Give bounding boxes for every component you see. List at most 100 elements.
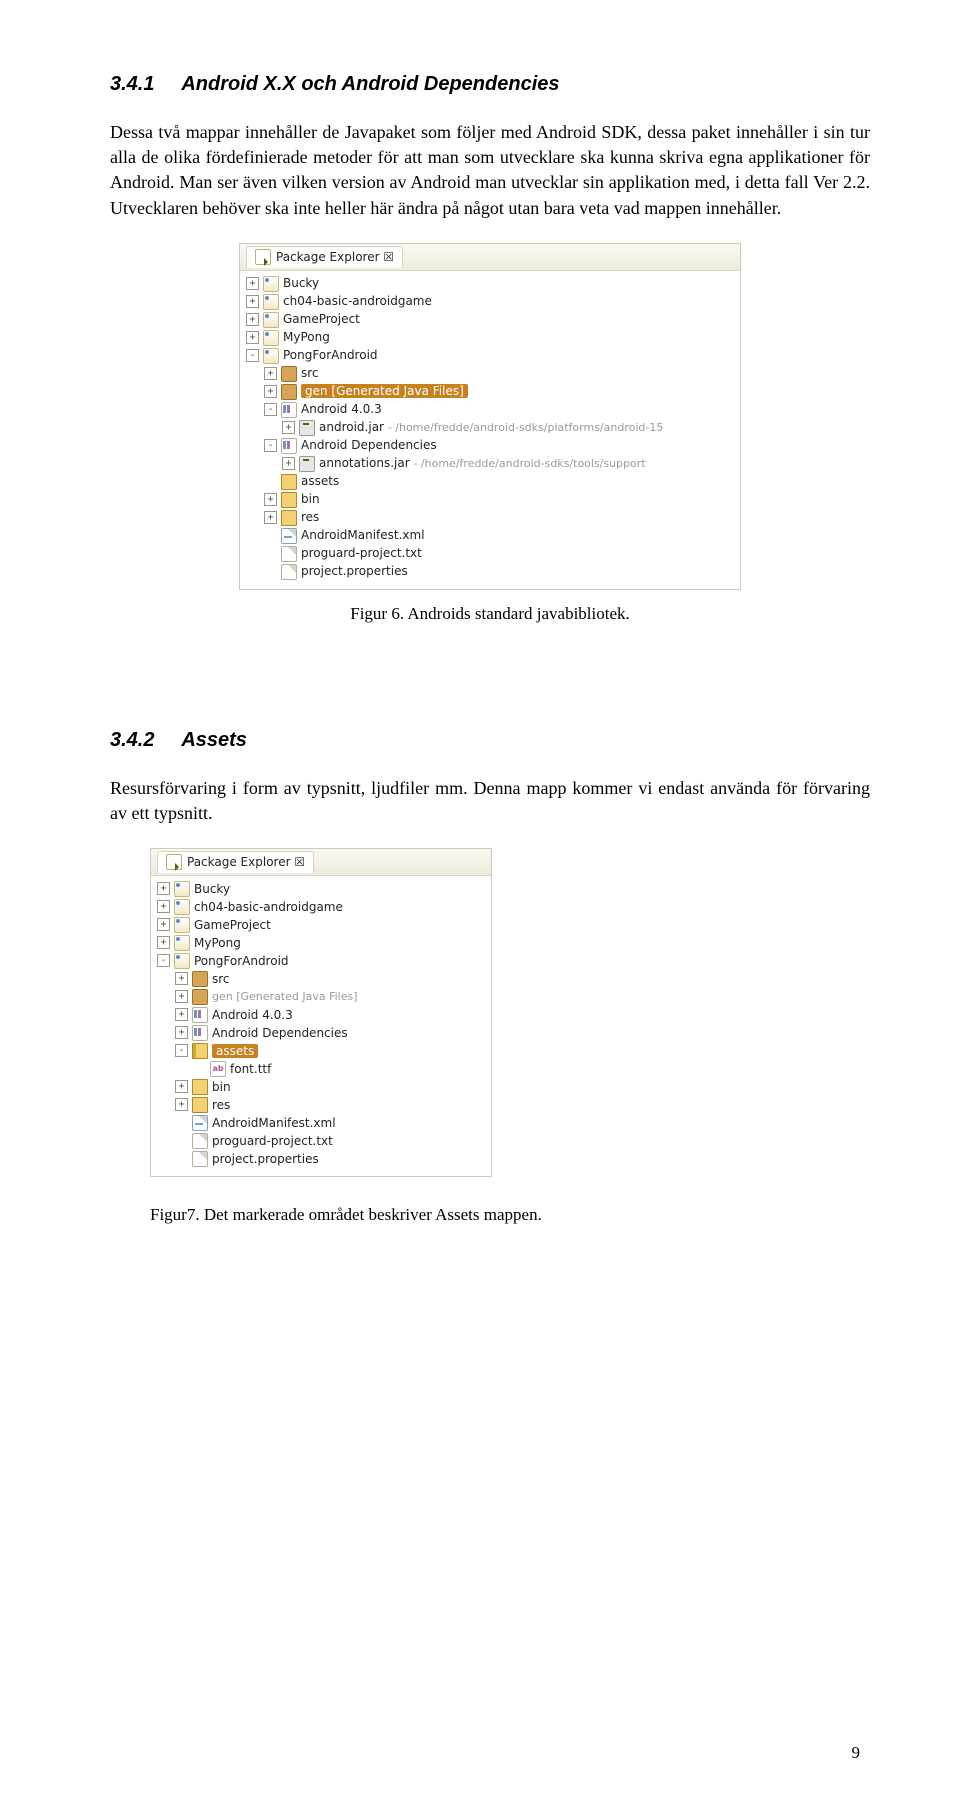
- annotations-jar-label: annotations.jar - /home/fredde/android-s…: [319, 455, 646, 472]
- project-row[interactable]: + MyPong: [242, 329, 738, 347]
- projprops-row[interactable]: +project.properties: [242, 563, 738, 581]
- android-sdk-row[interactable]: +Android 4.0.3: [153, 1006, 489, 1024]
- expand-icon[interactable]: +: [157, 882, 170, 895]
- gen-row[interactable]: +gen [Generated Java Files]: [153, 988, 489, 1006]
- assets-label: assets: [212, 1043, 258, 1060]
- project-icon: [263, 330, 279, 346]
- res-label: res: [301, 509, 319, 526]
- expand-icon[interactable]: +: [175, 1026, 188, 1039]
- manifest-row[interactable]: +AndroidManifest.xml: [153, 1114, 489, 1132]
- collapse-icon[interactable]: -: [175, 1044, 188, 1057]
- android-deps-row[interactable]: +Android Dependencies: [153, 1024, 489, 1042]
- package-explorer-tabbar: Package Explorer ☒: [151, 849, 491, 876]
- expand-icon[interactable]: +: [157, 936, 170, 949]
- manifest-label: AndroidManifest.xml: [212, 1115, 336, 1132]
- project-row[interactable]: - PongForAndroid: [242, 347, 738, 365]
- src-folder-icon: [192, 971, 208, 987]
- expand-icon[interactable]: +: [282, 421, 295, 434]
- expand-icon[interactable]: +: [264, 367, 277, 380]
- library-icon: [281, 402, 297, 418]
- library-icon: [192, 1025, 208, 1041]
- gen-row[interactable]: + gen [Generated Java Files]: [242, 383, 738, 401]
- src-row[interactable]: + src: [242, 365, 738, 383]
- page-number: 9: [852, 1741, 861, 1765]
- font-file-icon: [210, 1061, 226, 1077]
- collapse-icon[interactable]: -: [246, 349, 259, 362]
- annotations-jar-row[interactable]: + annotations.jar - /home/fredde/android-…: [242, 455, 738, 473]
- bin-row[interactable]: +bin: [153, 1078, 489, 1096]
- project-row[interactable]: + Bucky: [242, 275, 738, 293]
- res-row[interactable]: + res: [242, 509, 738, 527]
- project-label: MyPong: [283, 329, 330, 346]
- heading-title: Android X.X och Android Dependencies: [181, 73, 559, 95]
- project-icon: [174, 899, 190, 915]
- android-jar-label: android.jar - /home/fredde/android-sdks/…: [319, 419, 663, 436]
- proguard-label: proguard-project.txt: [212, 1133, 333, 1150]
- expand-icon[interactable]: +: [264, 493, 277, 506]
- folder-icon: [192, 1079, 208, 1095]
- expand-icon[interactable]: +: [175, 1008, 188, 1021]
- expand-icon[interactable]: +: [246, 277, 259, 290]
- expand-icon[interactable]: +: [264, 385, 277, 398]
- proguard-label: proguard-project.txt: [301, 545, 422, 562]
- android-deps-row[interactable]: -Android Dependencies: [242, 437, 738, 455]
- android-sdk-row[interactable]: -Android 4.0.3: [242, 401, 738, 419]
- bin-row[interactable]: +bin: [242, 491, 738, 509]
- project-icon: [263, 276, 279, 292]
- project-icon: [263, 294, 279, 310]
- expand-icon[interactable]: +: [175, 1098, 188, 1111]
- project-row[interactable]: + ch04-basic-androidgame: [242, 293, 738, 311]
- heading-3-4-1: 3.4.1 Android X.X och Android Dependenci…: [110, 70, 870, 98]
- expand-icon[interactable]: +: [175, 1080, 188, 1093]
- project-label: ch04-basic-androidgame: [283, 293, 432, 310]
- expand-icon[interactable]: +: [282, 457, 295, 470]
- android-jar-row[interactable]: + android.jar - /home/fredde/android-sdks…: [242, 419, 738, 437]
- expand-icon[interactable]: +: [175, 972, 188, 985]
- font-file-row[interactable]: +font.ttf: [153, 1060, 489, 1078]
- expand-icon[interactable]: +: [264, 511, 277, 524]
- res-row[interactable]: +res: [153, 1096, 489, 1114]
- project-label: GameProject: [283, 311, 360, 328]
- proguard-row[interactable]: +proguard-project.txt: [242, 545, 738, 563]
- project-label: PongForAndroid: [283, 347, 378, 364]
- expand-icon[interactable]: +: [246, 295, 259, 308]
- project-row[interactable]: +ch04-basic-androidgame: [153, 898, 489, 916]
- gen-label: gen [Generated Java Files]: [301, 383, 468, 400]
- paragraph-1: Dessa två mappar innehåller de Javapaket…: [110, 120, 870, 221]
- project-label: Bucky: [194, 881, 230, 898]
- project-row[interactable]: + GameProject: [242, 311, 738, 329]
- project-row[interactable]: +MyPong: [153, 934, 489, 952]
- tree-fig6: + Bucky + ch04-basic-androidgame + GameProj…: [240, 271, 740, 589]
- jar-icon: [299, 420, 315, 436]
- assets-row[interactable]: +assets: [242, 473, 738, 491]
- src-row[interactable]: +src: [153, 970, 489, 988]
- project-row[interactable]: -PongForAndroid: [153, 952, 489, 970]
- paragraph-2: Resursförvaring i form av typsnitt, ljud…: [110, 776, 870, 826]
- collapse-icon[interactable]: -: [264, 439, 277, 452]
- package-explorer-title: Package Explorer ☒: [276, 249, 394, 266]
- package-explorer-tab[interactable]: Package Explorer ☒: [246, 246, 403, 268]
- collapse-icon[interactable]: -: [264, 403, 277, 416]
- src-label: src: [301, 365, 319, 382]
- expand-icon[interactable]: +: [157, 918, 170, 931]
- file-icon: [192, 1133, 208, 1149]
- project-label: Bucky: [283, 275, 319, 292]
- project-row[interactable]: +GameProject: [153, 916, 489, 934]
- expand-icon[interactable]: +: [157, 900, 170, 913]
- heading-number: 3.4.2: [110, 726, 154, 754]
- package-explorer-title: Package Explorer ☒: [187, 854, 305, 871]
- package-explorer-fig6: Package Explorer ☒ + Bucky + ch04-basic-an…: [239, 243, 741, 590]
- folder-icon: [281, 492, 297, 508]
- expand-icon[interactable]: +: [246, 331, 259, 344]
- expand-icon[interactable]: +: [246, 313, 259, 326]
- project-row[interactable]: + Bucky: [153, 880, 489, 898]
- manifest-row[interactable]: +AndroidManifest.xml: [242, 527, 738, 545]
- projprops-row[interactable]: +project.properties: [153, 1150, 489, 1168]
- xml-file-icon: [281, 528, 297, 544]
- collapse-icon[interactable]: -: [157, 954, 170, 967]
- assets-row[interactable]: - assets: [153, 1042, 489, 1060]
- package-explorer-tab[interactable]: Package Explorer ☒: [157, 851, 314, 873]
- expand-icon[interactable]: +: [175, 990, 188, 1003]
- proguard-row[interactable]: +proguard-project.txt: [153, 1132, 489, 1150]
- folder-open-icon: [192, 1043, 208, 1059]
